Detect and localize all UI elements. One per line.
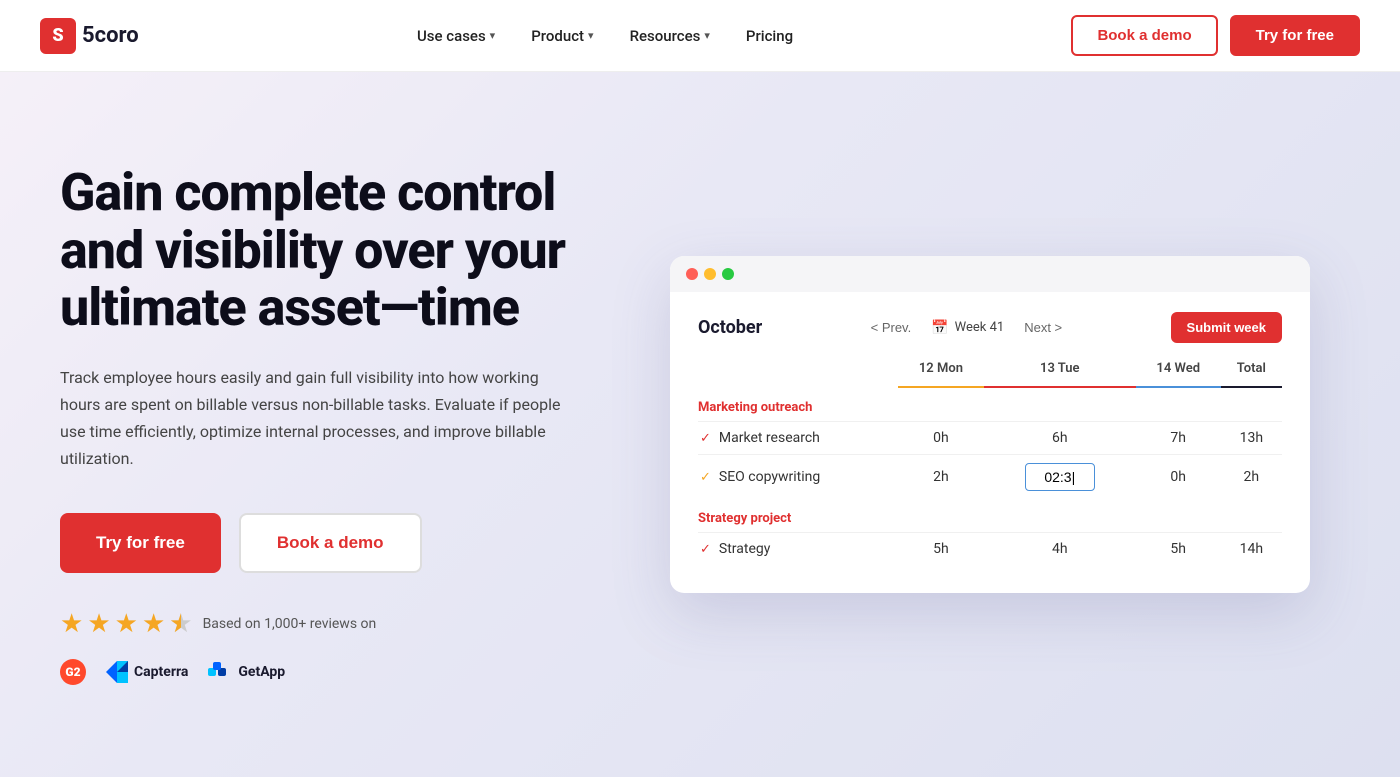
- tue-value: 4h: [984, 533, 1136, 566]
- col-header-mon: 12 Mon: [898, 361, 984, 387]
- star-half: ★★: [169, 609, 192, 639]
- nav-resources[interactable]: Resources ▾: [630, 27, 710, 45]
- chevron-down-icon: ▾: [490, 29, 496, 42]
- star-rating: ★ ★ ★ ★ ★★: [60, 609, 193, 639]
- mon-value: 5h: [898, 533, 984, 566]
- section-label: Strategy project: [698, 499, 1282, 533]
- check-icon: ✓: [700, 431, 711, 446]
- tue-value-editing[interactable]: [984, 455, 1136, 500]
- week-label: Week 41: [955, 320, 1005, 335]
- task-name: SEO copywriting: [719, 469, 820, 485]
- task-cell: ✓ Strategy: [698, 533, 898, 566]
- window-dot-green: [722, 268, 734, 280]
- time-input[interactable]: [1025, 463, 1095, 491]
- task-cell: ✓ Market research: [698, 422, 898, 455]
- logo-icon: S: [40, 18, 76, 54]
- logo[interactable]: S 5coro: [40, 18, 139, 54]
- total-value: 14h: [1221, 533, 1282, 566]
- card-nav: < Prev. 📅 Week 41 Next >: [863, 316, 1071, 339]
- check-icon: ✓: [700, 470, 711, 485]
- card-month: October: [698, 317, 762, 338]
- wed-value: 7h: [1136, 422, 1221, 455]
- task-name: Market research: [719, 430, 820, 446]
- capterra-label: Capterra: [134, 664, 188, 680]
- nav-actions: Book a demo Try for free: [1071, 15, 1360, 56]
- hero-illustration: October < Prev. 📅 Week 41 Next > Submit …: [640, 256, 1340, 593]
- next-button[interactable]: Next >: [1016, 316, 1070, 339]
- dashboard-card: October < Prev. 📅 Week 41 Next > Submit …: [670, 256, 1310, 593]
- nav-links: Use cases ▾ Product ▾ Resources ▾ Pricin…: [417, 27, 793, 45]
- submit-week-button[interactable]: Submit week: [1171, 312, 1282, 343]
- capterra-logo: Capterra: [106, 661, 188, 683]
- hero-section: Gain complete control and visibility ove…: [0, 72, 1400, 777]
- logo-text: 5coro: [82, 23, 139, 48]
- hero-heading: Gain complete control and visibility ove…: [60, 164, 600, 336]
- mon-value: 0h: [898, 422, 984, 455]
- wed-value: 0h: [1136, 455, 1221, 500]
- col-header-wed: 14 Wed: [1136, 361, 1221, 387]
- time-table: 12 Mon 13 Tue 14 Wed Total Marketing out…: [698, 361, 1282, 565]
- card-inner: October < Prev. 📅 Week 41 Next > Submit …: [670, 292, 1310, 593]
- task-name: Strategy: [719, 541, 770, 557]
- mon-value: 2h: [898, 455, 984, 500]
- star-4: ★: [142, 609, 165, 639]
- chevron-down-icon: ▾: [704, 29, 710, 42]
- book-demo-button[interactable]: Book a demo: [1071, 15, 1217, 56]
- hero-content: Gain complete control and visibility ove…: [60, 164, 640, 684]
- wed-value: 5h: [1136, 533, 1221, 566]
- window-dot-yellow: [704, 268, 716, 280]
- g2-icon: G2: [60, 659, 86, 685]
- chevron-down-icon: ▾: [588, 29, 594, 42]
- hero-book-demo-button[interactable]: Book a demo: [239, 513, 422, 573]
- total-value: 13h: [1221, 422, 1282, 455]
- review-text: Based on 1,000+ reviews on: [203, 616, 377, 632]
- hero-subtext: Track employee hours easily and gain ful…: [60, 364, 580, 473]
- star-2: ★: [87, 609, 110, 639]
- col-header-empty: [698, 361, 898, 387]
- prev-button[interactable]: < Prev.: [863, 316, 920, 339]
- tue-value: 6h: [984, 422, 1136, 455]
- card-titlebar: [670, 256, 1310, 292]
- capterra-icon: [106, 661, 128, 683]
- section-strategy: Strategy project: [698, 499, 1282, 533]
- section-label: Marketing outreach: [698, 387, 1282, 422]
- nav-product[interactable]: Product ▾: [531, 27, 593, 45]
- g2-logo: G2: [60, 659, 86, 685]
- table-row: ✓ Market research 0h 6h 7h 13h: [698, 422, 1282, 455]
- star-1: ★: [60, 609, 83, 639]
- calendar-icon: 📅: [931, 320, 948, 336]
- check-icon: ✓: [700, 542, 711, 557]
- table-row: ✓ SEO copywriting 2h 0h 2h: [698, 455, 1282, 500]
- card-header: October < Prev. 📅 Week 41 Next > Submit …: [698, 312, 1282, 343]
- partner-logos: G2 Capterra GetApp: [60, 659, 600, 685]
- nav-use-cases[interactable]: Use cases ▾: [417, 27, 495, 45]
- col-header-total: Total: [1221, 361, 1282, 387]
- section-marketing: Marketing outreach: [698, 387, 1282, 422]
- hero-reviews: ★ ★ ★ ★ ★★ Based on 1,000+ reviews on: [60, 609, 600, 639]
- week-indicator: 📅 Week 41: [931, 320, 1004, 336]
- getapp-icon: [208, 660, 232, 684]
- total-value: 2h: [1221, 455, 1282, 500]
- navbar: S 5coro Use cases ▾ Product ▾ Resources …: [0, 0, 1400, 72]
- table-row: ✓ Strategy 5h 4h 5h 14h: [698, 533, 1282, 566]
- nav-pricing[interactable]: Pricing: [746, 27, 793, 45]
- window-dot-red: [686, 268, 698, 280]
- task-cell: ✓ SEO copywriting: [698, 455, 898, 500]
- star-3: ★: [115, 609, 138, 639]
- try-free-button[interactable]: Try for free: [1230, 15, 1360, 56]
- col-header-tue: 13 Tue: [984, 361, 1136, 387]
- hero-buttons: Try for free Book a demo: [60, 513, 600, 573]
- getapp-label: GetApp: [238, 664, 285, 680]
- hero-try-free-button[interactable]: Try for free: [60, 513, 221, 573]
- getapp-logo: GetApp: [208, 660, 285, 684]
